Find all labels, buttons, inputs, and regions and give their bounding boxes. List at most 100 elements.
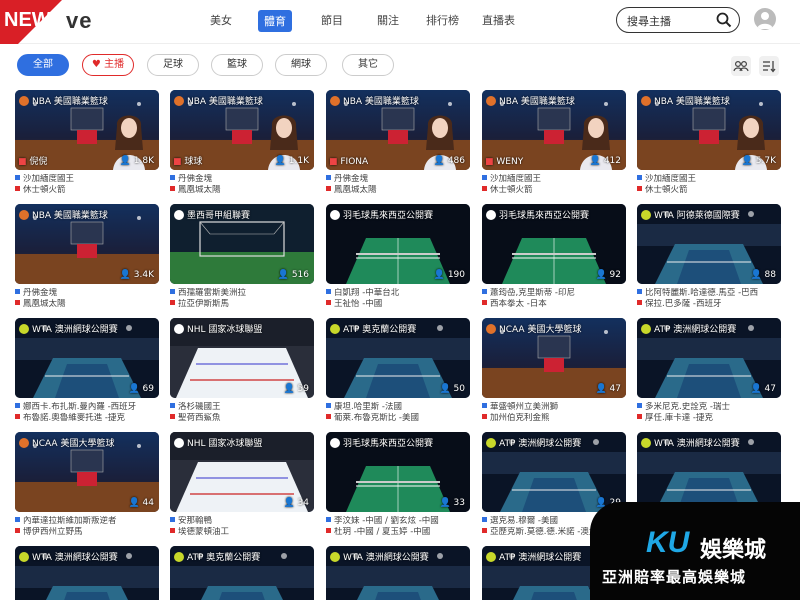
- stream-thumbnail[interactable]: NHL 國家冰球聯盟 👤 59: [170, 318, 314, 398]
- stream-card[interactable]: ATP 奧克蘭公開賽: [170, 546, 314, 600]
- sort-button[interactable]: [759, 56, 779, 76]
- stream-thumbnail[interactable]: WTA 澳洲網球公開賽 👤 69: [15, 318, 159, 398]
- nav-schedule[interactable]: 直播表: [482, 12, 515, 28]
- sport-name: WTA 阿德萊德國際賽: [654, 211, 740, 221]
- viewer-count: 👤 92: [595, 270, 621, 280]
- team-color-marker: [482, 517, 487, 522]
- stream-card[interactable]: NHL 國家冰球聯盟 👤 34 安那翰鴨 埃德蒙頓油工: [170, 432, 314, 538]
- stream-card[interactable]: 墨西哥甲組聯賽 👤 516 西孺羅雷斯美洲拉 拉亞伊斯斯馬: [170, 204, 314, 310]
- filter-hosts[interactable]: ♥ 主播: [82, 54, 134, 76]
- team-name: 加州伯克利金熊: [482, 413, 626, 424]
- team-name: 保拉.巴多薩 -西班牙: [637, 299, 781, 310]
- sport-tag: NBA 美國職業籃球: [19, 94, 108, 107]
- team-name: 鳳凰城太陽: [15, 299, 159, 310]
- nav-beauty[interactable]: 美女: [210, 12, 232, 28]
- team-color-marker: [170, 414, 175, 419]
- stream-card[interactable]: NBA 美國職業籃球 ■ 球球 👤 1.1K 丹佛金塊 鳳凰城太陽: [170, 90, 314, 196]
- team-color-marker: [170, 300, 175, 305]
- person-icon: 👤: [274, 156, 289, 166]
- stream-thumbnail[interactable]: ATP 澳洲網球公開賽👤 29: [482, 432, 626, 512]
- person-icon: 👤: [439, 384, 454, 394]
- stream-card[interactable]: WTA 阿德萊德國際賽 👤 88 比阿特麗斯.哈達德.馬亞 -巴西 保拉.巴多薩 -西…: [637, 204, 781, 310]
- team-color-marker: [637, 300, 642, 305]
- stream-card[interactable]: NHL 國家冰球聯盟 👤 59 洛杉磯國王 聖荷西鯊魚: [170, 318, 314, 424]
- stream-thumbnail[interactable]: 墨西哥甲組聯賽 👤 516: [170, 204, 314, 284]
- stream-thumbnail[interactable]: NHL 國家冰球聯盟 👤 34: [170, 432, 314, 512]
- nav-sports[interactable]: 體育: [258, 10, 292, 32]
- stream-thumbnail[interactable]: NBA 美國職業籃球 👤 5.7K: [637, 90, 781, 170]
- stream-thumbnail[interactable]: 羽毛球馬來西亞公開賽 👤 92: [482, 204, 626, 284]
- tennis-ball-icon: [19, 551, 29, 562]
- hockey-ball-icon: [174, 437, 184, 448]
- nba-ball-icon: [486, 323, 496, 334]
- sport-name: 羽毛球馬來西亞公開賽: [343, 211, 434, 221]
- stream-card[interactable]: NBA 美國職業籃球 👤 3.4K 丹佛金塊 鳳凰城太陽: [15, 204, 159, 310]
- stream-thumbnail[interactable]: NCAA 美國大學籃球 👤 44: [15, 432, 159, 512]
- stream-card[interactable]: WTA 澳洲網球公開賽 👤 69 娜西卡.布扎斯.曼內羅 -西班牙 布魯諾.奧魯維麥托…: [15, 318, 159, 424]
- stream-card[interactable]: NBA 美國職業籃球 ■ WENY 👤 412 沙加緬度國王 休士頓火箭: [482, 90, 626, 196]
- stream-thumbnail[interactable]: ATP 奧克蘭公開賽 👤 50: [326, 318, 470, 398]
- stream-card[interactable]: NCAA 美國大學籃球 👤 44 內華達拉斯維加斯叛逆者 博伊西州立野馬: [15, 432, 159, 538]
- stream-card[interactable]: 羽毛球馬來西亞公開賽 👤 33 李汶妹 -中國 / 劉玄炫 -中國 杜玥 -中國 / …: [326, 432, 470, 538]
- stream-thumbnail[interactable]: 羽毛球馬來西亞公開賽 👤 33: [326, 432, 470, 512]
- stream-card[interactable]: NBA 美國職業籃球 ■ 倪倪 👤 1.8K 沙加緬度國王 休士頓火箭: [15, 90, 159, 196]
- stream-card[interactable]: ATP 澳洲網球公開賽 👤 47 多米尼克.史詮克 -瑞士 厚任.庫卡達 -捷克: [637, 318, 781, 424]
- stream-card[interactable]: NBA 美國職業籃球 👤 5.7K 沙加緬度國王 休士頓火箭: [637, 90, 781, 196]
- nav-ranking[interactable]: 排行榜: [426, 12, 459, 28]
- filter-other[interactable]: 其它: [342, 54, 394, 76]
- viewer-count: 👤 69: [128, 384, 154, 394]
- filter-tennis[interactable]: 網球: [275, 54, 327, 76]
- stream-card[interactable]: NBA 美國職業籃球 ■ FIONA 👤 486 丹佛金塊 鳳凰城太陽: [326, 90, 470, 196]
- team-name: 休士頓火箭: [482, 185, 626, 196]
- nav-shows[interactable]: 節目: [321, 12, 343, 28]
- viewer-count: 👤 1.8K: [119, 156, 154, 166]
- sport-name: NBA 美國職業籃球: [32, 97, 108, 107]
- nav-following[interactable]: 關注: [377, 12, 399, 28]
- stream-card[interactable]: 羽毛球馬來西亞公開賽 👤 92 蕭筠喦,克里斯蒂 -印尼 西本拳太 -日本: [482, 204, 626, 310]
- stream-thumbnail[interactable]: ATP 奧克蘭公開賽: [170, 546, 314, 600]
- search-icon[interactable]: [715, 11, 733, 29]
- stream-thumbnail[interactable]: NBA 美國職業籃球 👤 3.4K: [15, 204, 159, 284]
- user-avatar[interactable]: [754, 8, 776, 30]
- sport-tag: ATP 澳洲網球公開賽: [486, 436, 581, 449]
- group-view-button[interactable]: [731, 56, 751, 76]
- viewer-count: 👤 3.4K: [119, 270, 154, 280]
- sport-tag: NBA 美國職業籃球: [174, 94, 263, 107]
- team-name: 鳳凰城太陽: [326, 185, 470, 196]
- badminton-ball-icon: [486, 209, 496, 220]
- viewer-count: 👤 34: [283, 498, 309, 508]
- stream-thumbnail[interactable]: WTA 阿德萊德國際賽 👤 88: [637, 204, 781, 284]
- team-color-marker: [637, 186, 642, 191]
- stream-card[interactable]: NCAA 美國大學籃球 👤 47 華盛頓州立美洲獅 加州伯克利金熊: [482, 318, 626, 424]
- sport-tag: ATP 澳洲網球公開賽: [486, 550, 581, 563]
- sport-tag: 墨西哥甲組聯賽: [174, 208, 250, 221]
- match-teams: 沙加緬度國王 休士頓火箭: [482, 174, 626, 196]
- stream-card[interactable]: WTA 澳洲網球公開賽: [15, 546, 159, 600]
- team-name: 埃德蒙頓油工: [170, 527, 314, 538]
- stream-thumbnail[interactable]: NBA 美國職業籃球 ■ WENY 👤 412: [482, 90, 626, 170]
- match-teams: 西孺羅雷斯美洲拉 拉亞伊斯斯馬: [170, 288, 314, 310]
- team-color-marker: [326, 403, 331, 408]
- filter-soccer[interactable]: 足球: [147, 54, 199, 76]
- sport-name: NHL 國家冰球聯盟: [187, 439, 263, 449]
- filter-basketball[interactable]: 籃球: [211, 54, 263, 76]
- stream-card[interactable]: ATP 奧克蘭公開賽 👤 50 康坦.哈里斯 -法國 葡萊.布魯克斯比 -美國: [326, 318, 470, 424]
- stream-card[interactable]: 羽毛球馬來西亞公開賽 👤 190 白凱翔 -中華台北 王祉怡 -中國: [326, 204, 470, 310]
- stream-thumbnail[interactable]: WTA 澳洲網球公開賽: [326, 546, 470, 600]
- stream-thumbnail[interactable]: WTA 澳洲網球公開賽: [637, 432, 781, 512]
- stream-thumbnail[interactable]: NBA 美國職業籃球 ■ 倪倪 👤 1.8K: [15, 90, 159, 170]
- filter-all[interactable]: 全部: [17, 54, 69, 76]
- stream-thumbnail[interactable]: NCAA 美國大學籃球 👤 47: [482, 318, 626, 398]
- stream-thumbnail[interactable]: NBA 美國職業籃球 ■ 球球 👤 1.1K: [170, 90, 314, 170]
- stream-thumbnail[interactable]: ATP 澳洲網球公開賽 👤 47: [637, 318, 781, 398]
- stream-thumbnail[interactable]: NBA 美國職業籃球 ■ FIONA 👤 486: [326, 90, 470, 170]
- search-box[interactable]: 搜尋主播: [616, 7, 740, 33]
- stream-card[interactable]: WTA 澳洲網球公開賽: [326, 546, 470, 600]
- ku-ad-banner[interactable]: KU 娛樂城 亞洲賠率最高娛樂城: [590, 502, 800, 600]
- stream-thumbnail[interactable]: WTA 澳洲網球公開賽: [15, 546, 159, 600]
- team-color-marker: [170, 186, 175, 191]
- team-name: 李汶妹 -中國 / 劉玄炫 -中國: [326, 516, 470, 527]
- sport-tag: WTA 阿德萊德國際賽: [641, 208, 740, 221]
- stream-thumbnail[interactable]: 羽毛球馬來西亞公開賽 👤 190: [326, 204, 470, 284]
- host-name: ■ FIONA: [329, 157, 369, 167]
